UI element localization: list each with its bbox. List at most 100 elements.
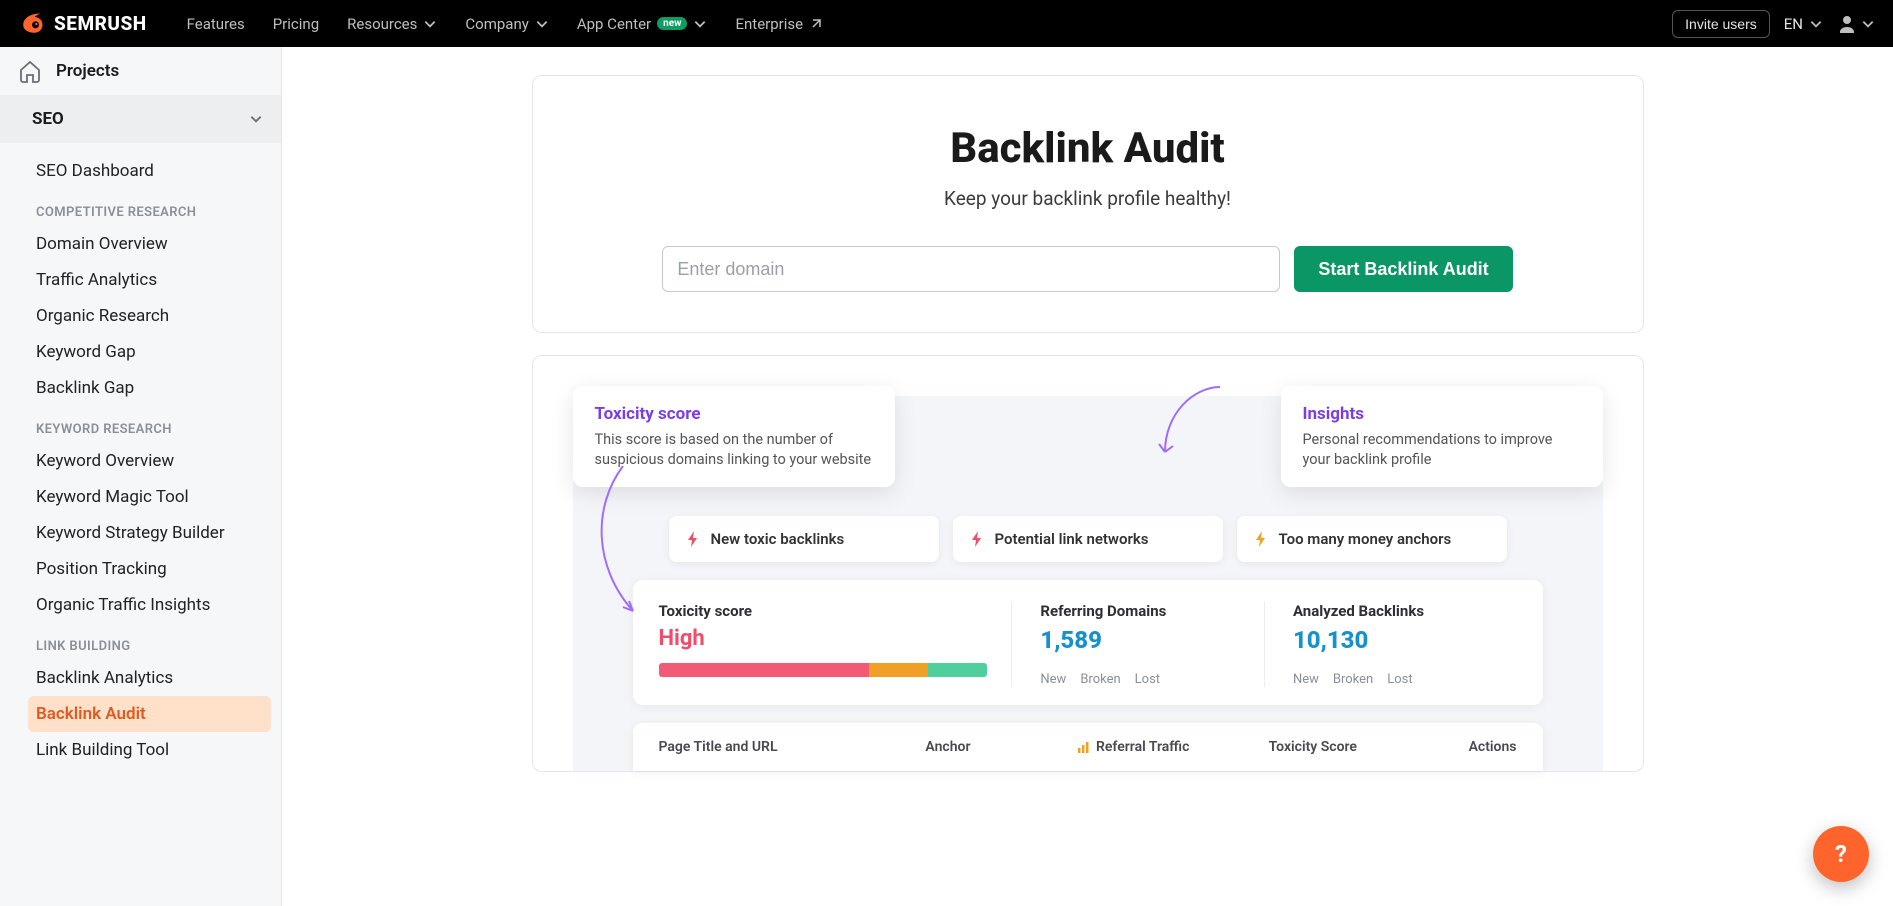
sidebar-item-seo-dashboard[interactable]: SEO Dashboard <box>18 153 281 189</box>
tooltip-insights-title: Insights <box>1303 404 1581 424</box>
th-page-title: Page Title and URL <box>659 739 926 755</box>
th-referral-traffic: Referral Traffic <box>1078 739 1269 755</box>
stat-toxicity: Toxicity score High <box>659 602 1013 687</box>
table-header: Page Title and URL Anchor Referral Traff… <box>633 723 1543 771</box>
stat-toxicity-title: Toxicity score <box>659 602 988 620</box>
preview-panel: Toxicity score This score is based on th… <box>532 355 1644 772</box>
chip-new-toxic: New toxic backlinks <box>669 516 939 562</box>
language-switcher[interactable]: EN <box>1784 15 1823 33</box>
sidebar-item-projects[interactable]: Projects <box>0 47 281 95</box>
sidebar-item-link-building[interactable]: Link Building Tool <box>18 732 281 768</box>
nav-features[interactable]: Features <box>187 15 245 33</box>
page-subtitle: Keep your backlink profile healthy! <box>573 187 1603 210</box>
tooltip-insights: Insights Personal recommendations to imp… <box>1281 386 1603 487</box>
tooltip-insights-desc: Personal recommendations to improve your… <box>1303 430 1581 469</box>
sidebar-item-traffic-analytics[interactable]: Traffic Analytics <box>18 262 281 298</box>
sidebar-item-position-tracking[interactable]: Position Tracking <box>18 551 281 587</box>
bar-chart-icon <box>1078 741 1090 753</box>
chevron-down-icon <box>535 17 549 31</box>
sidebar-group-link: LINK BUILDING <box>18 623 281 660</box>
user-menu[interactable] <box>1837 14 1875 34</box>
nav-company-label: Company <box>465 15 528 33</box>
chevron-down-icon <box>1809 17 1823 31</box>
sidebar-projects-label: Projects <box>56 61 119 81</box>
stat-ref-value: 1,589 <box>1040 626 1246 654</box>
stat-sub-broken: Broken <box>1080 672 1120 687</box>
logo-text: SEMRUSH <box>54 12 147 35</box>
toxicity-bar-medium <box>869 663 928 677</box>
primary-nav: Features Pricing Resources Company App C… <box>187 15 1659 33</box>
sidebar-item-seo[interactable]: SEO <box>0 95 281 143</box>
th-referral-label: Referral Traffic <box>1096 739 1189 755</box>
stat-referring-domains: Referring Domains 1,589 New Broken Lost <box>1040 602 1265 687</box>
tooltip-toxicity-desc: This score is based on the number of sus… <box>595 430 873 469</box>
question-mark-icon: ? <box>1835 840 1847 868</box>
toxicity-bar-high <box>659 663 869 677</box>
toxicity-bar <box>659 663 988 677</box>
chip-link-networks: Potential link networks <box>953 516 1223 562</box>
sidebar-item-backlink-audit[interactable]: Backlink Audit <box>28 696 271 732</box>
chip-money-anchors: Too many money anchors <box>1237 516 1507 562</box>
sidebar-item-keyword-magic[interactable]: Keyword Magic Tool <box>18 479 281 515</box>
sidebar-item-domain-overview[interactable]: Domain Overview <box>18 226 281 262</box>
new-badge: new <box>657 17 687 30</box>
nav-enterprise-label: Enterprise <box>735 15 803 33</box>
stat-sub-broken: Broken <box>1333 672 1373 687</box>
language-label: EN <box>1784 15 1803 33</box>
help-button[interactable]: ? <box>1813 826 1869 882</box>
external-link-icon <box>809 17 823 31</box>
bolt-icon <box>969 531 985 547</box>
semrush-flame-icon <box>18 10 46 38</box>
stat-sub-lost: Lost <box>1135 672 1160 687</box>
sidebar-item-keyword-strategy[interactable]: Keyword Strategy Builder <box>18 515 281 551</box>
user-icon <box>1837 14 1857 34</box>
chevron-down-icon <box>1861 17 1875 31</box>
stat-sub-lost: Lost <box>1387 672 1412 687</box>
bolt-icon <box>685 531 701 547</box>
page-title: Backlink Audit <box>573 124 1603 173</box>
th-actions: Actions <box>1421 739 1516 755</box>
nav-appcenter[interactable]: App Center new <box>577 15 708 33</box>
nav-pricing[interactable]: Pricing <box>273 15 319 33</box>
sidebar-item-keyword-overview[interactable]: Keyword Overview <box>18 443 281 479</box>
sidebar-seo-label: SEO <box>32 109 64 129</box>
chevron-down-icon <box>693 17 707 31</box>
hero-card: Backlink Audit Keep your backlink profil… <box>532 75 1644 333</box>
bolt-icon <box>1253 531 1269 547</box>
chip-new-toxic-label: New toxic backlinks <box>711 530 845 548</box>
home-icon <box>18 59 42 83</box>
sidebar-item-organic-research[interactable]: Organic Research <box>18 298 281 334</box>
stat-sub-new: New <box>1040 672 1066 687</box>
sidebar-item-backlink-gap[interactable]: Backlink Gap <box>18 370 281 406</box>
stat-sub-new: New <box>1293 672 1319 687</box>
start-audit-button[interactable]: Start Backlink Audit <box>1294 246 1512 292</box>
chip-money-anchors-label: Too many money anchors <box>1279 530 1452 548</box>
domain-input[interactable] <box>662 246 1280 292</box>
stat-ana-value: 10,130 <box>1293 626 1499 654</box>
insight-chips: New toxic backlinks Potential link netwo… <box>633 516 1543 562</box>
nav-enterprise[interactable]: Enterprise <box>735 15 823 33</box>
sidebar-item-backlink-analytics[interactable]: Backlink Analytics <box>18 660 281 696</box>
sidebar: Projects SEO SEO Dashboard COMPETITIVE R… <box>0 47 282 906</box>
nav-appcenter-label: App Center <box>577 15 651 33</box>
content: Backlink Audit Keep your backlink profil… <box>282 47 1893 906</box>
nav-company[interactable]: Company <box>465 15 548 33</box>
stat-ref-title: Referring Domains <box>1040 602 1246 620</box>
sidebar-group-competitive: COMPETITIVE RESEARCH <box>18 189 281 226</box>
chip-link-networks-label: Potential link networks <box>995 530 1149 548</box>
chevron-down-icon <box>423 17 437 31</box>
stat-analyzed-backlinks: Analyzed Backlinks 10,130 New Broken Los… <box>1293 602 1517 687</box>
topbar-right: Invite users EN <box>1672 10 1875 38</box>
sidebar-group-keyword: KEYWORD RESEARCH <box>18 406 281 443</box>
stat-ana-title: Analyzed Backlinks <box>1293 602 1499 620</box>
th-toxicity-score: Toxicity Score <box>1269 739 1422 755</box>
sidebar-item-organic-traffic[interactable]: Organic Traffic Insights <box>18 587 281 623</box>
invite-users-button[interactable]: Invite users <box>1672 10 1770 38</box>
sidebar-item-keyword-gap[interactable]: Keyword Gap <box>18 334 281 370</box>
logo[interactable]: SEMRUSH <box>18 10 147 38</box>
tooltip-toxicity: Toxicity score This score is based on th… <box>573 386 895 487</box>
nav-resources-label: Resources <box>347 15 417 33</box>
chevron-down-icon <box>249 112 263 126</box>
nav-resources[interactable]: Resources <box>347 15 437 33</box>
th-anchor: Anchor <box>925 739 1078 755</box>
